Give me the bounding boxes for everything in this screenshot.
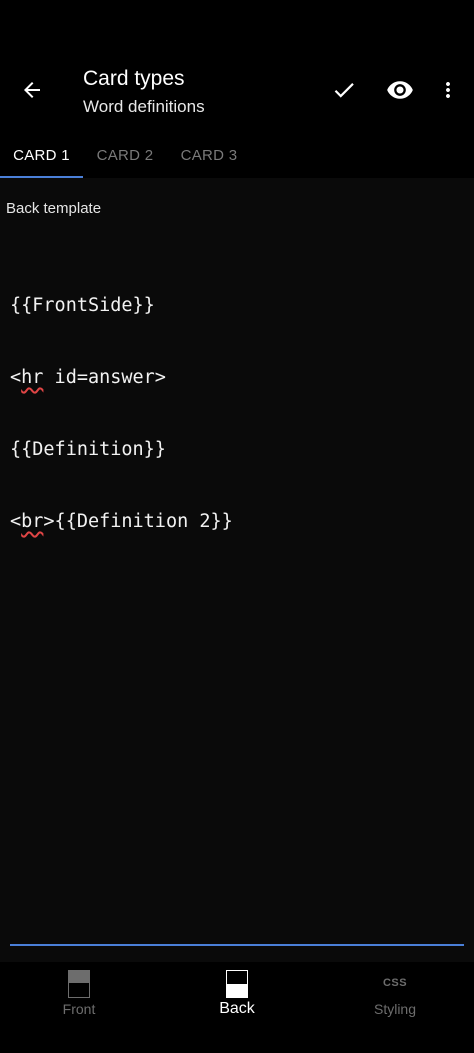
more-options-button[interactable]: [430, 72, 466, 108]
card-tabs: CARD 1 CARD 2 CARD 3: [0, 132, 474, 178]
more-vert-icon: [446, 82, 450, 98]
nav-front[interactable]: Front: [0, 962, 158, 1053]
check-icon: [334, 83, 354, 98]
spellcheck-marker: br: [21, 511, 44, 532]
tab-card-2[interactable]: CARD 2: [83, 132, 167, 178]
code-line: <hr id=answer>: [10, 367, 166, 388]
nav-label: Back: [219, 1000, 255, 1017]
arrow-left-icon: [24, 82, 40, 98]
nav-label: Styling: [373, 1001, 417, 1017]
spellcheck-marker: hr: [21, 367, 44, 388]
save-button[interactable]: [326, 72, 362, 108]
eye-icon: [387, 81, 413, 99]
back-template-icon: [226, 970, 248, 998]
code-line: {{Definition}}: [10, 439, 166, 460]
nav-back[interactable]: Back: [158, 962, 316, 1053]
template-label: Back template: [6, 200, 102, 217]
tab-card-1[interactable]: CARD 1: [0, 132, 83, 178]
back-button[interactable]: [14, 72, 50, 108]
app-bar: Card types Word definitions: [0, 0, 474, 132]
code-line: <br>{{Definition 2}}: [10, 511, 233, 532]
nav-label: Front: [62, 1001, 96, 1017]
template-editor[interactable]: Back template {{FrontSide}} <hr id=answe…: [0, 178, 474, 962]
tab-card-3[interactable]: CARD 3: [167, 132, 251, 178]
front-template-icon: [68, 970, 90, 998]
template-code[interactable]: {{FrontSide}} <hr id=answer> {{Definitio…: [10, 246, 233, 582]
code-line: {{FrontSide}}: [10, 295, 155, 316]
page-subtitle: Word definitions: [83, 97, 205, 116]
nav-styling[interactable]: CSS Styling: [316, 962, 474, 1053]
tab-label: CARD 3: [180, 146, 238, 164]
editor-focus-underline: [10, 944, 464, 946]
bottom-navigation: Front Back CSS Styling: [0, 962, 474, 1053]
page-title: Card types: [83, 67, 185, 90]
preview-button[interactable]: [382, 72, 418, 108]
tab-label: CARD 2: [96, 146, 154, 164]
tab-label: CARD 1: [13, 146, 70, 164]
css-icon: CSS: [382, 977, 408, 989]
